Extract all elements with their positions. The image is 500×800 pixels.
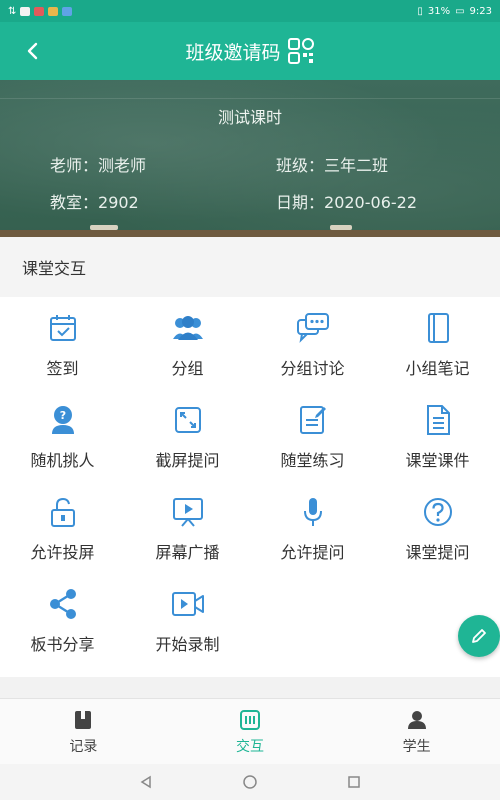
class-value: 三年二班 [324, 156, 389, 175]
room-label: 教室： [50, 193, 99, 212]
chalk-decoration [330, 225, 352, 230]
share-icon [49, 589, 76, 619]
network-icon: ⇅ [8, 5, 17, 17]
status-bar: ⇅ ▯ 31% ▭ 9:23 [0, 0, 500, 22]
feature-label: 随堂练习 [280, 451, 345, 470]
svg-text:?: ? [59, 409, 65, 422]
date-info: 日期：2020-06-22 [276, 189, 417, 213]
tab-label: 交互 [236, 738, 264, 755]
class-label: 班级： [276, 156, 325, 175]
feature-grouping[interactable]: 分组 [125, 297, 250, 389]
feature-group-discussion[interactable]: 分组讨论 [250, 297, 375, 389]
feature-screen-broadcast[interactable]: 屏幕广播 [125, 481, 250, 573]
system-nav-bar [0, 764, 500, 800]
qr-code-icon [287, 37, 315, 65]
bottom-tab-bar: 记录 交互 学生 [0, 698, 500, 764]
feature-group-notes[interactable]: 小组笔记 [375, 297, 500, 389]
triangle-back-icon [140, 775, 151, 789]
question-circle-icon [423, 498, 452, 526]
battery-percent: 31% [427, 5, 451, 17]
date-label: 日期： [276, 193, 325, 212]
feature-allow-casting[interactable]: 允许投屏 [0, 481, 125, 573]
feature-grid: 签到 分组 分组讨论 小组笔记 ? 随机挑人 截屏提问 随堂练习 课堂课件 允许… [0, 297, 500, 677]
group-icon [172, 316, 203, 340]
feature-label: 屏幕广播 [155, 543, 220, 562]
tab-interaction[interactable]: 交互 [167, 699, 334, 764]
edit-document-icon [299, 406, 326, 434]
class-info: 班级：三年二班 [276, 152, 388, 176]
feature-label: 小组笔记 [405, 359, 470, 378]
feature-label: 分组 [171, 359, 204, 378]
feature-label: 课堂课件 [405, 451, 470, 470]
video-record-icon [171, 592, 204, 616]
edit-fab-button[interactable] [458, 615, 500, 657]
feature-random-pick[interactable]: ? 随机挑人 [0, 389, 125, 481]
feature-label: 签到 [46, 359, 79, 378]
interaction-icon [240, 709, 260, 730]
section-title: 课堂交互 [22, 259, 87, 278]
person-badge-icon: ? [51, 406, 74, 434]
teacher-label: 老师： [50, 156, 99, 175]
chevron-left-icon [27, 42, 38, 60]
section-header: 课堂交互 [0, 237, 500, 297]
feature-label: 分组讨论 [280, 359, 345, 378]
nav-home-button[interactable] [241, 773, 259, 791]
page-title: 班级邀请码 [185, 41, 281, 64]
app-notification-icon [20, 6, 31, 16]
back-button[interactable] [16, 34, 50, 68]
tab-label: 学生 [402, 738, 431, 755]
feature-label: 截屏提问 [155, 451, 220, 470]
broadcast-screen-icon [172, 498, 203, 527]
notification-icons: ⇅ [8, 5, 73, 17]
feature-label: 课堂提问 [405, 543, 470, 562]
pencil-icon [472, 629, 486, 643]
invite-code-button[interactable]: 班级邀请码 [185, 37, 314, 65]
lesson-title: 测试课时 [217, 108, 282, 127]
tab-records[interactable]: 记录 [0, 699, 167, 764]
microphone-icon [303, 498, 322, 526]
class-info-board: 测试课时 老师：测老师 班级：三年二班 教室：2902 日期：2020-06-2… [0, 80, 500, 237]
feature-label: 允许提问 [280, 543, 345, 562]
teacher-value: 测老师 [98, 156, 147, 175]
feature-courseware[interactable]: 课堂课件 [375, 389, 500, 481]
room-value: 2902 [98, 193, 139, 212]
feature-label: 允许投屏 [30, 543, 95, 562]
date-value: 2020-06-22 [324, 193, 417, 212]
battery-icon: ▭ [455, 5, 465, 17]
vibrate-icon: ▯ [417, 5, 423, 17]
room-info: 教室：2902 [50, 189, 139, 213]
chat-bubbles-icon [296, 313, 329, 343]
calendar-check-icon [49, 315, 76, 341]
app-notification-icon [62, 6, 73, 16]
feature-screenshot-question[interactable]: 截屏提问 [125, 389, 250, 481]
nav-recents-button[interactable] [345, 773, 363, 791]
nav-back-button[interactable] [137, 773, 155, 791]
teacher-info: 老师：测老师 [50, 152, 146, 176]
feature-board-share[interactable]: 板书分享 [0, 573, 125, 665]
book-icon [75, 710, 92, 729]
screenshot-icon [174, 407, 201, 433]
notebook-icon [427, 313, 449, 343]
circle-home-icon [243, 775, 257, 789]
chalk-decoration [90, 225, 118, 230]
square-recents-icon [348, 776, 360, 788]
tab-students[interactable]: 学生 [333, 699, 500, 764]
student-icon [407, 710, 426, 729]
unlock-icon [50, 497, 75, 527]
app-notification-icon [34, 6, 45, 16]
feature-class-questions[interactable]: 课堂提问 [375, 481, 500, 573]
feature-label: 开始录制 [155, 635, 220, 654]
feature-sign-in[interactable]: 签到 [0, 297, 125, 389]
feature-start-recording[interactable]: 开始录制 [125, 573, 250, 665]
tab-label: 记录 [69, 738, 98, 755]
app-notification-icon [48, 6, 59, 16]
feature-label: 板书分享 [30, 635, 95, 654]
feature-label: 随机挑人 [30, 451, 95, 470]
app-bar: 班级邀请码 [0, 22, 500, 80]
document-icon [426, 405, 450, 435]
feature-class-exercise[interactable]: 随堂练习 [250, 389, 375, 481]
clock: 9:23 [469, 5, 492, 17]
feature-allow-questions[interactable]: 允许提问 [250, 481, 375, 573]
